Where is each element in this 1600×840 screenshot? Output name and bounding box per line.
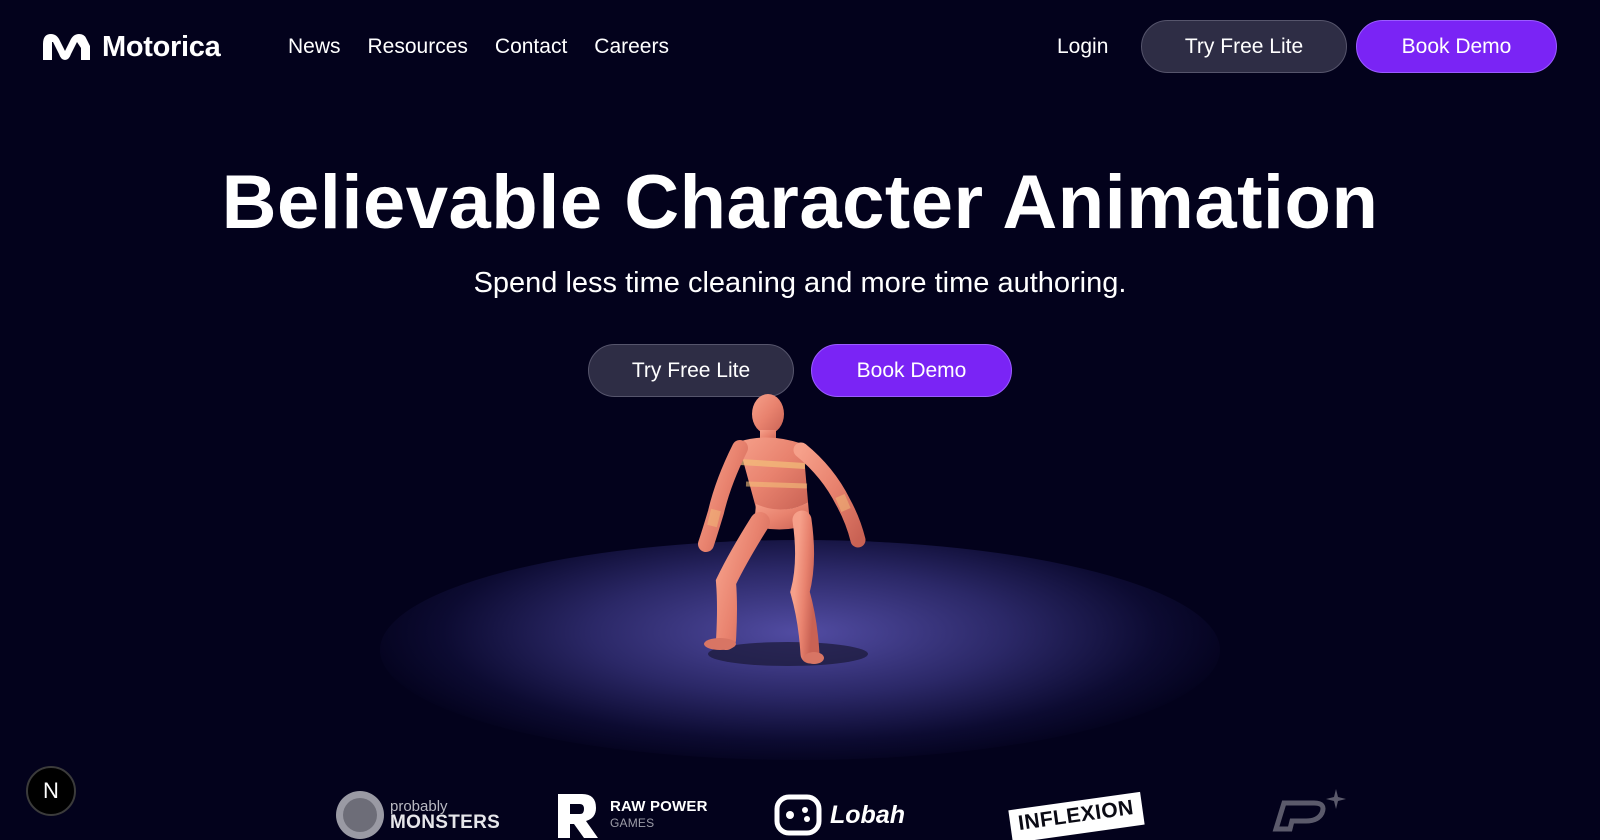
- nav-item-resources[interactable]: Resources: [368, 32, 468, 62]
- partner-logo-inflexion: INFLEXION: [1008, 791, 1145, 840]
- page: Motorica News Resources Contact Careers …: [0, 0, 1600, 840]
- hero-subtitle: Spend less time cleaning and more time a…: [473, 267, 1127, 299]
- gamepad-icon: [774, 794, 822, 836]
- login-link[interactable]: Login: [1057, 32, 1108, 62]
- brand-name: Motorica: [102, 30, 221, 63]
- inflexion-text: INFLEXION: [1008, 791, 1145, 840]
- partner-logo-probably-monsters: probably MONSTERS: [336, 790, 500, 840]
- brand-logo[interactable]: Motorica: [41, 28, 221, 66]
- monsters-big-text: MONSTERS: [390, 812, 501, 833]
- hero-try-free-lite-button[interactable]: Try Free Lite: [588, 344, 794, 397]
- raw-power-icon: [558, 794, 598, 838]
- partner-logo-partial: [1266, 788, 1356, 838]
- hero-title: Believable Character Animation: [221, 160, 1379, 245]
- lobah-text: Lobah: [830, 801, 905, 829]
- nav-item-contact[interactable]: Contact: [495, 32, 567, 62]
- partner-logo-lobah: Lobah: [774, 790, 905, 840]
- header-book-demo-button[interactable]: Book Demo: [1356, 20, 1557, 73]
- hero-book-demo-button[interactable]: Book Demo: [811, 344, 1012, 397]
- main-nav: News Resources Contact Careers: [288, 32, 669, 62]
- nav-item-careers[interactable]: Careers: [594, 32, 669, 62]
- header-try-free-lite-button[interactable]: Try Free Lite: [1141, 20, 1347, 73]
- partner-partial-icon: [1272, 789, 1346, 832]
- raw-power-text: RAW POWER: [610, 798, 708, 815]
- partner-logos: probably MONSTERS RAW POWER GAMES Lobah: [0, 788, 1600, 840]
- nav-item-news[interactable]: News: [288, 32, 341, 62]
- monster-icon: [336, 791, 384, 839]
- partner-logo-raw-power-games: RAW POWER GAMES: [556, 790, 708, 840]
- motorica-logo-icon: [43, 34, 90, 60]
- character-figure: [698, 394, 868, 666]
- site-header: Motorica News Resources Contact Careers …: [0, 0, 1600, 94]
- raw-power-sub-text: GAMES: [610, 816, 655, 830]
